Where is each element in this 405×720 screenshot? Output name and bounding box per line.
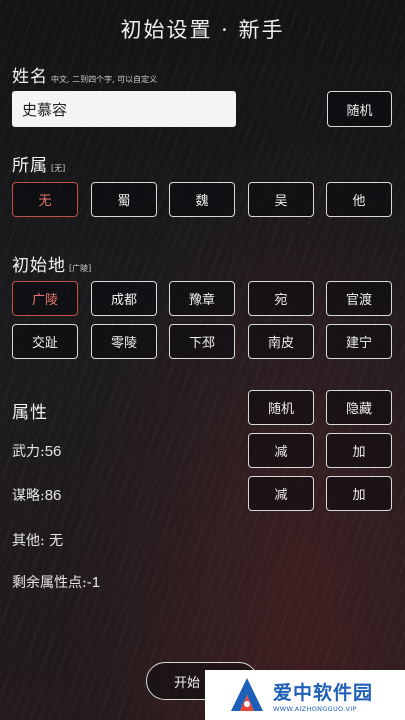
name-input[interactable] (12, 91, 236, 127)
other-attributes: 其他: 无 (12, 533, 64, 549)
name-label: 姓名 (12, 67, 48, 87)
remaining-points-value: -1 (86, 574, 101, 591)
strategy-value: 86 (44, 487, 62, 504)
remaining-points-label: 剩余属性点: (12, 575, 87, 591)
random-name-button[interactable]: 随机 (327, 91, 392, 127)
faction-option-other[interactable]: 他 (326, 182, 392, 217)
faction-option-shu[interactable]: 蜀 (91, 182, 157, 217)
watermark-en: WWW.AIZHONGGUO.VIP (273, 704, 357, 713)
force-label: 武力: (12, 444, 45, 460)
faction-section-header: 所属 [无] (12, 151, 65, 176)
strategy-label: 谋略: (12, 488, 45, 504)
origin-label: 初始地 (12, 256, 66, 276)
watermark: 爱中软件园 WWW.AIZHONGGUO.VIP (205, 670, 405, 720)
force-plus-button[interactable]: 加 (326, 433, 392, 468)
faction-hint: [无] (51, 164, 66, 173)
strategy-plus-button[interactable]: 加 (326, 476, 392, 511)
page-title: 初始设置 · 新手 (120, 18, 285, 42)
force-row: 武力:56 (12, 441, 61, 461)
origin-section-header: 初始地 [广陵] (12, 251, 91, 276)
faction-label: 所属 (12, 156, 48, 176)
origin-hint: [广陵] (69, 264, 92, 273)
origin-option-guangling[interactable]: 广陵 (12, 281, 78, 316)
origin-option-yuzhang[interactable]: 豫章 (169, 281, 235, 316)
origin-option-lingling[interactable]: 零陵 (91, 324, 157, 359)
strategy-row: 谋略:86 (12, 485, 61, 505)
start-button-label: 开始 (173, 675, 200, 691)
name-section-header: 姓名 中文, 二到四个字, 可以自定义 (12, 62, 157, 87)
faction-option-wu[interactable]: 吴 (248, 182, 314, 217)
origin-option-guandu[interactable]: 官渡 (326, 281, 392, 316)
watermark-logo-icon (231, 678, 263, 711)
random-attributes-button[interactable]: 随机 (248, 390, 314, 425)
watermark-text: 爱中软件园 WWW.AIZHONGGUO.VIP (273, 678, 373, 713)
origin-option-jianning[interactable]: 建宁 (326, 324, 392, 359)
force-minus-button[interactable]: 减 (248, 433, 314, 468)
origin-option-xiapi[interactable]: 下邳 (169, 324, 235, 359)
faction-option-none[interactable]: 无 (12, 182, 78, 217)
watermark-cn: 爱中软件园 (273, 681, 374, 704)
origin-option-chengdu[interactable]: 成都 (91, 281, 157, 316)
name-hint: 中文, 二到四个字, 可以自定义 (51, 75, 158, 84)
faction-option-wei[interactable]: 魏 (169, 182, 235, 217)
force-value: 56 (44, 443, 62, 460)
remaining-points-row: 剩余属性点:-1 (12, 572, 100, 592)
origin-option-wan[interactable]: 宛 (248, 281, 314, 316)
strategy-minus-button[interactable]: 减 (248, 476, 314, 511)
hide-attributes-button[interactable]: 隐藏 (326, 390, 392, 425)
origin-option-jiaozhi[interactable]: 交趾 (12, 324, 78, 359)
origin-option-nanpi[interactable]: 南皮 (248, 324, 314, 359)
attributes-label: 属性 (12, 403, 48, 423)
